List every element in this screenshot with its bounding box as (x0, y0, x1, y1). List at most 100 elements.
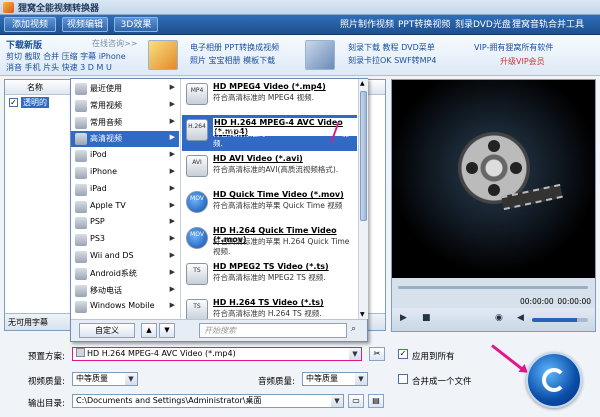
category-item[interactable]: 最近使用 ▶ (71, 81, 179, 97)
video-quality-label: 视频质量: (28, 377, 65, 387)
vip-upgrade-link[interactable]: 升级VIP会员 (500, 56, 545, 67)
format-title: HD H.264 TS Video (*.ts) (213, 298, 324, 307)
wii-icon (75, 251, 87, 263)
chevron-down-icon[interactable]: ▼ (125, 373, 137, 385)
category-item[interactable]: 高清视频 ▶ (71, 131, 179, 148)
format-item[interactable]: MP4 HD MPEG4 Video (*.mp4) 符合高清标准的 MPEG4 视… (182, 79, 357, 115)
scroll-up-icon[interactable]: ▲ (360, 80, 365, 87)
format-icon: TS (186, 263, 208, 285)
format-item[interactable]: AVI HD AVI Video (*.avi) 符合高清标准的AVI(高质流视频格… (182, 151, 357, 187)
chevron-down-icon[interactable]: ▼ (349, 348, 361, 360)
preview-panel: 00:00:00 00:00:00 ▶ ■ ◉ ◀ (391, 79, 596, 332)
add-video-button[interactable]: 添加视频 (4, 17, 56, 32)
dvd-burn-link[interactable]: 刻录DVD光盘 (455, 18, 511, 32)
category-item[interactable]: iPod ▶ (71, 148, 179, 164)
preset-select[interactable]: HD H.264 MPEG-4 AVC Video (*.mp4) ▼ (72, 347, 362, 361)
edit-video-button[interactable]: 视频编辑 (62, 17, 108, 32)
convert-button[interactable] (526, 352, 582, 408)
top-toolbar: 添加视频 视频编辑 3D效果 照片制作视频 PPT转换视频 刻录DVD光盘 狸窝… (0, 15, 600, 35)
format-scrollbar[interactable]: ▲ ▼ (358, 79, 368, 319)
category-item[interactable]: Android系统 ▶ (71, 266, 179, 282)
category-label: 高清视频 (90, 134, 122, 144)
category-label: iPad (90, 183, 107, 193)
settings-wrench-icon[interactable]: ✂ (369, 347, 385, 361)
format-item[interactable]: H.264 HD H.264 MPEG-4 AVC Video (*.mp4) 符合… (182, 115, 357, 151)
folder-browse-icon[interactable]: ▭ (348, 394, 364, 408)
category-item[interactable]: iPhone ▶ (71, 165, 179, 181)
appletv-icon (75, 200, 87, 213)
category-label: 最近使用 (90, 84, 122, 93)
category-item[interactable]: Windows Mobile ▶ (71, 299, 179, 315)
chevron-right-icon: ▶ (169, 133, 175, 142)
category-item[interactable]: Wii and DS ▶ (71, 249, 179, 265)
format-search-input[interactable]: 开始搜索 (199, 323, 347, 338)
dvd-promo-icon[interactable] (305, 40, 335, 70)
output-dir-select[interactable]: C:\Documents and Settings\Administrator\… (72, 394, 344, 408)
category-item[interactable]: Apple TV ▶ (71, 199, 179, 215)
format-title: HD AVI Video (*.avi) (213, 154, 303, 163)
file-name[interactable]: 透明的 (21, 97, 49, 108)
chevron-down-icon[interactable]: ▼ (355, 373, 367, 385)
format-title: HD Quick Time Video (*.mov) (213, 190, 344, 199)
format-item[interactable]: MOV HD H.264 Quick Time Video (*.mov) 符合高清… (182, 223, 357, 259)
promo-mid-line-1[interactable]: 电子相册 PPT转换成视频 (190, 42, 279, 53)
ppt-promo-icon[interactable] (148, 40, 178, 70)
photo-video-link[interactable]: 照片制作视频 (340, 18, 394, 32)
online-help-link[interactable]: 在线咨询>> (92, 38, 137, 49)
play-icon[interactable]: ▶ (400, 313, 407, 323)
promo-left-line-1[interactable]: 剪切 截取 合并 压缩 字幕 iPhone (6, 51, 126, 62)
video-quality-select[interactable]: 中等质量 ▼ (72, 372, 138, 386)
3d-effect-button[interactable]: 3D效果 (114, 17, 158, 32)
category-label: PSP (90, 217, 105, 227)
chevron-right-icon: ▶ (169, 200, 175, 209)
format-description: 符合高清标准的苹果 Quick Time 视频 (213, 201, 343, 210)
search-icon[interactable]: ⌕ (351, 324, 356, 334)
category-item[interactable]: 常用音频 ▶ (71, 115, 179, 131)
custom-button[interactable]: 自定义 (79, 323, 135, 338)
nav-down-button[interactable]: ▼ (159, 323, 175, 338)
category-label: Wii and DS (90, 251, 134, 260)
category-item[interactable]: 移动电话 ▶ (71, 283, 179, 299)
category-item[interactable]: iPad ▶ (71, 182, 179, 198)
promo-left-line-2[interactable]: 消音 手机 片头 快速 3 D M U (6, 62, 112, 73)
ppt-video-link[interactable]: PPT转换视频 (398, 18, 450, 32)
category-label: iPhone (90, 167, 118, 176)
subtitle-selector[interactable]: 无可用字幕 (8, 317, 48, 328)
chevron-right-icon: ▶ (169, 83, 175, 91)
promo-right-line-2[interactable]: 刻录卡拉OK SWF转MP4 (348, 55, 437, 66)
format-item[interactable]: TS HD H.264 TS Video (*.ts) 符合高清标准的 H.264 … (182, 295, 357, 319)
nav-up-button[interactable]: ▲ (141, 323, 157, 338)
chevron-right-icon: ▶ (169, 301, 175, 310)
folder-open-icon[interactable]: ▤ (368, 394, 384, 408)
promo-right-line-1[interactable]: 刻录下载 教程 DVD菜单 (348, 42, 435, 53)
format-item[interactable]: TS HD MPEG2 TS Video (*.ts) 符合高清标准的 MPEG2 … (182, 259, 357, 295)
audio-quality-select[interactable]: 中等质量 ▼ (302, 372, 368, 386)
format-item[interactable]: MOV HD Quick Time Video (*.mov) 符合高清标准的苹果 … (182, 187, 357, 223)
category-item[interactable]: 常用视频 ▶ (71, 98, 179, 114)
category-label: 常用视频 (90, 100, 122, 110)
snapshot-icon[interactable]: ◉ (495, 313, 503, 323)
ipad-icon (75, 183, 87, 196)
category-item[interactable]: PS3 ▶ (71, 232, 179, 248)
scroll-down-icon[interactable]: ▼ (360, 311, 365, 318)
volume-icon[interactable]: ◀ (517, 313, 524, 323)
file-checkbox[interactable]: ✓ (9, 98, 18, 107)
stop-icon[interactable]: ■ (422, 313, 431, 323)
preset-dropdown-menu: 最近使用 ▶ 常用视频 ▶ 常用音频 ▶ 高清视频 ▶ iPod ▶ iPhone ▶ iPad ▶ App… (70, 78, 368, 342)
format-description: 符合高清标准的苹果 H.264 Quick Time 视频. (213, 237, 350, 256)
chevron-right-icon: ▶ (169, 150, 175, 159)
name-column-header[interactable]: 名称 (27, 82, 43, 93)
category-item[interactable]: PSP ▶ (71, 215, 179, 231)
apply-all-checkbox[interactable]: ✓ (398, 349, 408, 359)
merge-checkbox[interactable] (398, 374, 408, 384)
chevron-right-icon: ▶ (169, 183, 175, 192)
chevron-down-icon[interactable]: ▼ (331, 395, 343, 407)
volume-slider[interactable] (532, 318, 588, 322)
seek-bar[interactable] (392, 278, 595, 296)
promo-mid-line-2[interactable]: 照片 宝宝相册 模板下载 (190, 55, 275, 66)
download-new-link[interactable]: 下载新版 (6, 38, 42, 51)
scroll-thumb[interactable] (360, 91, 367, 221)
category-label: iPod (90, 150, 107, 160)
vip-line[interactable]: VIP-拥有狸窝所有软件 (474, 42, 553, 53)
audio-merge-link[interactable]: 狸窝音轨合并工具 (512, 18, 584, 32)
